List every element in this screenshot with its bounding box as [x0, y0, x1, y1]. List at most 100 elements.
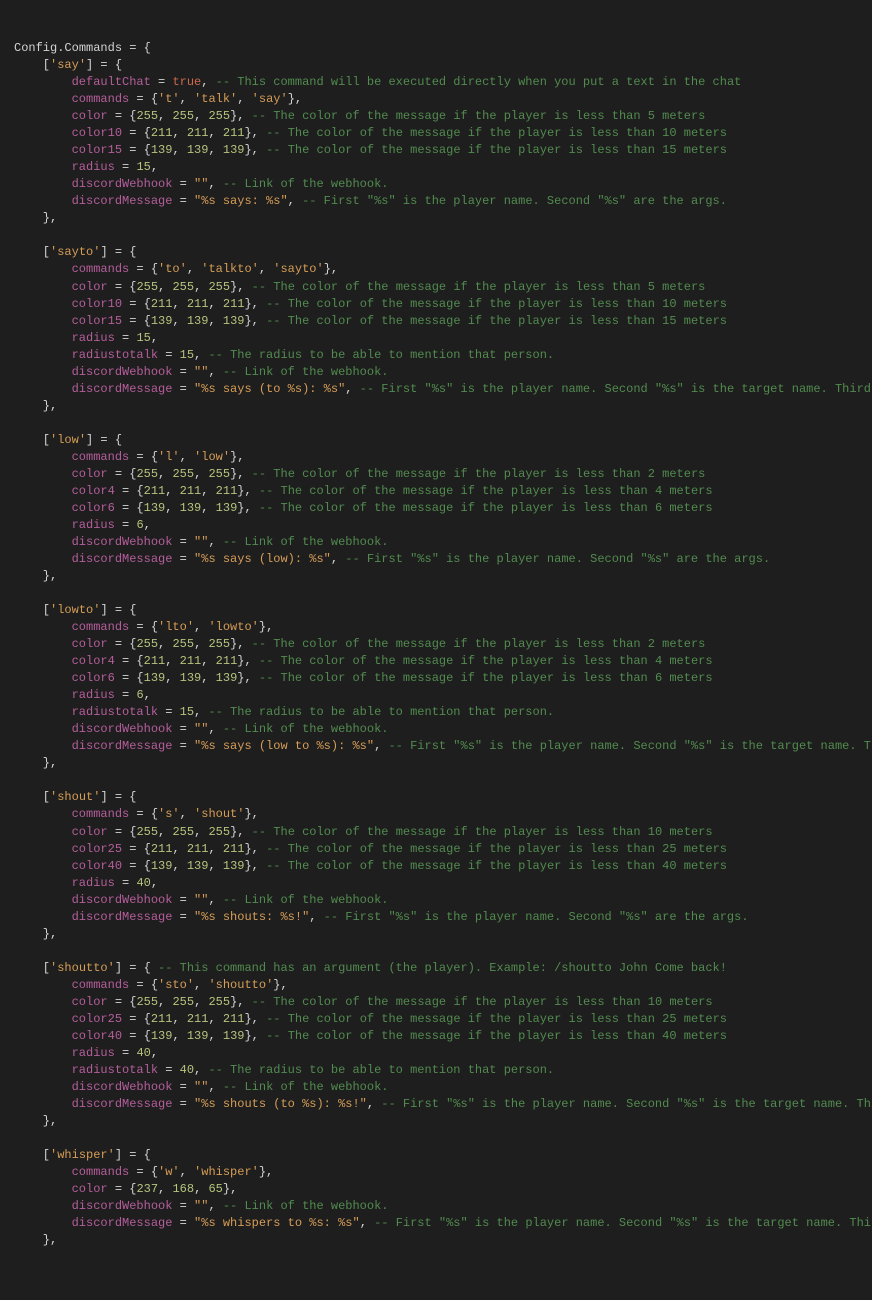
code-token: 211: [144, 654, 166, 668]
code-token: [14, 518, 72, 532]
code-token: ,: [158, 1182, 172, 1196]
code-token: 'sayto': [50, 245, 100, 259]
code-token: 'l': [158, 450, 180, 464]
code-token: 255: [208, 280, 230, 294]
code-token: [14, 876, 72, 890]
code-token: ,: [165, 484, 179, 498]
code-token: 211: [216, 654, 238, 668]
code-token: 211: [187, 842, 209, 856]
code-token: ,: [172, 314, 186, 328]
code-token: ,: [208, 1080, 215, 1094]
code-token: 'whisper': [50, 1148, 115, 1162]
code-token: ,: [180, 807, 194, 821]
code-token: [14, 739, 72, 753]
code-token: = {: [129, 978, 158, 992]
code-token: =: [172, 1199, 194, 1213]
code-token: ,: [172, 842, 186, 856]
code-token: discordWebhook: [72, 177, 173, 191]
code-comment: -- The color of the message if the playe…: [252, 484, 713, 498]
code-token: [14, 654, 72, 668]
code-token: ,: [201, 654, 215, 668]
code-token: 'lto': [158, 620, 194, 634]
code-token: [: [14, 58, 50, 72]
code-token: ,: [201, 671, 215, 685]
code-token: ,: [194, 637, 208, 651]
code-token: 15: [180, 348, 194, 362]
code-token: ] = {: [86, 58, 122, 72]
code-token: 211: [151, 1012, 173, 1026]
code-token: 255: [136, 467, 158, 481]
code-token: = {: [122, 1012, 151, 1026]
code-token: =: [172, 893, 194, 907]
code-token: },: [230, 637, 244, 651]
code-token: Config: [14, 41, 57, 55]
code-token: ,: [208, 177, 215, 191]
code-token: 'sto': [158, 978, 194, 992]
code-token: },: [244, 1012, 258, 1026]
code-token: 211: [223, 297, 245, 311]
code-token: },: [230, 825, 244, 839]
code-token: ,: [180, 1165, 194, 1179]
code-token: radiustotalk: [72, 348, 158, 362]
code-token: },: [237, 654, 251, 668]
code-token: [14, 177, 72, 191]
code-token: ,: [151, 876, 158, 890]
code-token: color: [72, 109, 108, 123]
code-token: [14, 688, 72, 702]
code-token: 255: [208, 467, 230, 481]
code-token: },: [14, 1114, 57, 1128]
code-token: ,: [237, 92, 251, 106]
code-token: ,: [208, 126, 222, 140]
code-token: 139: [144, 501, 166, 515]
code-token: [14, 859, 72, 873]
code-token: color: [72, 995, 108, 1009]
code-token: [14, 92, 72, 106]
code-token: discordWebhook: [72, 365, 173, 379]
code-token: [14, 109, 72, 123]
code-token: 't': [158, 92, 180, 106]
code-token: ,: [208, 143, 222, 157]
code-token: [14, 1063, 72, 1077]
code-token: [14, 825, 72, 839]
code-editor[interactable]: Config.Commands = { ['say'] = { defaultC…: [14, 40, 862, 1249]
code-comment: -- The color of the message if the playe…: [244, 280, 705, 294]
code-token: discordMessage: [72, 1216, 173, 1230]
code-comment: -- The color of the message if the playe…: [244, 467, 705, 481]
code-token: 139: [151, 859, 173, 873]
code-token: [14, 1080, 72, 1094]
code-token: ,: [208, 722, 215, 736]
code-token: [14, 995, 72, 1009]
code-token: 255: [172, 109, 194, 123]
code-token: 211: [187, 126, 209, 140]
code-comment: -- The color of the message if the playe…: [259, 314, 727, 328]
code-token: = {: [129, 450, 158, 464]
code-token: =: [172, 1097, 194, 1111]
code-token: "%s whispers to %s: %s": [194, 1216, 360, 1230]
code-token: [: [14, 433, 50, 447]
code-token: 255: [136, 280, 158, 294]
code-token: },: [14, 1233, 57, 1247]
code-token: 'say': [50, 58, 86, 72]
code-token: [14, 1097, 72, 1111]
code-comment: -- First "%s" is the player name. Second…: [338, 552, 770, 566]
code-token: color: [72, 825, 108, 839]
code-token: color25: [72, 1012, 122, 1026]
code-token: radius: [72, 331, 115, 345]
code-token: =: [172, 382, 194, 396]
code-token: ,: [194, 109, 208, 123]
code-token: },: [230, 995, 244, 1009]
code-token: 255: [208, 637, 230, 651]
code-token: = {: [108, 109, 137, 123]
code-token: color6: [72, 671, 115, 685]
code-token: 'sayto': [273, 262, 323, 276]
code-token: 'shout': [194, 807, 244, 821]
code-token: 211: [180, 654, 202, 668]
code-token: = {: [122, 143, 151, 157]
code-token: [14, 143, 72, 157]
code-token: ,: [360, 1216, 367, 1230]
code-token: = {: [122, 1029, 151, 1043]
code-token: 'whisper': [194, 1165, 259, 1179]
code-token: [14, 807, 72, 821]
code-token: 15: [180, 705, 194, 719]
code-token: = {: [129, 262, 158, 276]
